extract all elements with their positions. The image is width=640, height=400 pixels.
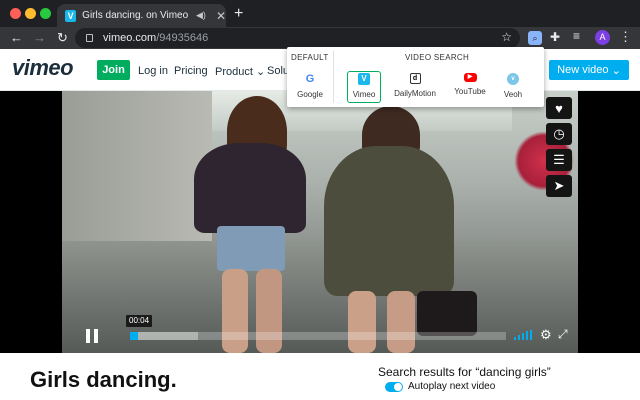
new-video-label: New video bbox=[557, 64, 609, 76]
google-icon: G bbox=[305, 73, 315, 85]
close-window-button[interactable] bbox=[10, 8, 21, 19]
engine-dailymotion[interactable]: d DailyMotion bbox=[391, 73, 439, 103]
url-host: vimeo.com bbox=[103, 32, 157, 44]
video-search-heading: VIDEO SEARCH bbox=[405, 53, 470, 62]
nav-login-link[interactable]: Log in bbox=[138, 65, 168, 77]
engine-veoh[interactable]: v Veoh bbox=[502, 73, 524, 103]
extensions-puzzle-icon[interactable]: ✚ bbox=[550, 30, 564, 44]
reload-icon[interactable]: ↻ bbox=[57, 30, 68, 46]
media-list-icon[interactable]: ≡ bbox=[573, 29, 587, 43]
forward-arrow-icon[interactable]: → bbox=[33, 30, 46, 46]
fullscreen-icon[interactable]: ⤢ bbox=[558, 327, 568, 342]
video-title: Girls dancing. bbox=[30, 367, 177, 392]
played-fill bbox=[130, 332, 138, 340]
current-time: 00:04 bbox=[126, 315, 153, 327]
chevron-down-icon: ⌄ bbox=[608, 64, 621, 77]
engine-label: DailyMotion bbox=[394, 89, 436, 98]
nav-pricing-link[interactable]: Pricing bbox=[174, 65, 208, 77]
address-bar[interactable]: vimeo.com/94935646 ☆ bbox=[75, 28, 520, 48]
nav-solutions-menu[interactable]: Solu bbox=[267, 65, 289, 77]
pause-icon bbox=[86, 329, 90, 343]
maximize-window-button[interactable] bbox=[40, 8, 51, 19]
volume-icon[interactable] bbox=[514, 330, 532, 340]
pause-button[interactable] bbox=[82, 326, 102, 346]
profile-avatar[interactable]: A bbox=[595, 30, 610, 45]
engine-label: Vimeo bbox=[352, 90, 376, 99]
video-frame bbox=[62, 91, 578, 353]
speaker-icon[interactable]: ◀) bbox=[196, 10, 206, 21]
new-video-button[interactable]: New video ⌄ bbox=[549, 60, 629, 80]
collections-layers-icon[interactable]: ☰ bbox=[546, 149, 572, 171]
dailymotion-icon: d bbox=[409, 73, 421, 84]
join-button[interactable]: Join bbox=[97, 60, 130, 80]
watch-later-clock-icon[interactable]: ◷ bbox=[546, 123, 572, 145]
youtube-icon: ▶ bbox=[463, 73, 477, 82]
player-controls: 00:04 ⚙ ⤢ bbox=[74, 315, 574, 348]
nav-product-menu[interactable]: Product ⌄ bbox=[215, 65, 265, 78]
url-path: /94935646 bbox=[156, 32, 209, 44]
back-arrow-icon[interactable]: ← bbox=[10, 30, 23, 46]
bookmark-star-icon[interactable]: ☆ bbox=[501, 30, 512, 44]
engine-youtube[interactable]: ▶ YouTube bbox=[452, 73, 488, 103]
tab-title: Girls dancing. on Vimeo bbox=[82, 10, 189, 21]
share-paper-plane-icon[interactable]: ➤ bbox=[546, 175, 572, 197]
tab-strip: V Girls dancing. on Vimeo ◀) ✕ + bbox=[0, 0, 640, 27]
autoplay-toggle[interactable] bbox=[385, 382, 403, 392]
video-search-popup: DEFAULT VIDEO SEARCH G Google V Vimeo d … bbox=[287, 47, 544, 107]
browser-window: V Girls dancing. on Vimeo ◀) ✕ + ← → ↻ v… bbox=[0, 0, 640, 400]
url-text: vimeo.com/94935646 bbox=[103, 32, 208, 44]
new-tab-icon[interactable]: + bbox=[234, 5, 243, 23]
autoplay-label: Autoplay next video bbox=[408, 381, 496, 392]
engine-label: YouTube bbox=[454, 87, 486, 96]
settings-gear-icon[interactable]: ⚙ bbox=[540, 327, 552, 343]
buffer-fill bbox=[130, 332, 198, 340]
engine-vimeo[interactable]: V Vimeo bbox=[347, 71, 381, 103]
engine-google[interactable]: G Google bbox=[296, 73, 324, 103]
engine-label: Google bbox=[297, 90, 323, 99]
search-results-heading: Search results for “dancing girls” bbox=[378, 365, 551, 379]
veoh-icon: v bbox=[507, 73, 519, 85]
default-heading: DEFAULT bbox=[291, 53, 329, 62]
vimeo-favicon-icon: V bbox=[65, 9, 77, 22]
close-tab-icon[interactable]: ✕ bbox=[216, 9, 226, 23]
video-search-extension-icon[interactable]: ⌕ bbox=[528, 31, 542, 45]
engine-label: Veoh bbox=[503, 90, 523, 99]
video-player[interactable]: ♥ ◷ ☰ ➤ 00:04 ⚙ ⤢ bbox=[0, 91, 640, 353]
vimeo-icon: V bbox=[358, 73, 370, 85]
browser-tab[interactable]: V Girls dancing. on Vimeo ◀) ✕ bbox=[57, 4, 226, 27]
minimize-window-button[interactable] bbox=[25, 8, 36, 19]
progress-bar[interactable] bbox=[130, 332, 506, 340]
chevron-down-icon: ⌄ bbox=[252, 66, 266, 78]
lock-icon[interactable] bbox=[86, 34, 93, 42]
browser-menu-icon[interactable]: ⋮ bbox=[619, 29, 632, 45]
browser-toolbar: ← → ↻ vimeo.com/94935646 ☆ ⌕ ✚ ≡ A ⋮ bbox=[0, 27, 640, 49]
vimeo-logo[interactable]: vimeo bbox=[12, 55, 74, 81]
like-heart-icon[interactable]: ♥ bbox=[546, 97, 572, 119]
nav-product-label: Product bbox=[215, 66, 253, 78]
